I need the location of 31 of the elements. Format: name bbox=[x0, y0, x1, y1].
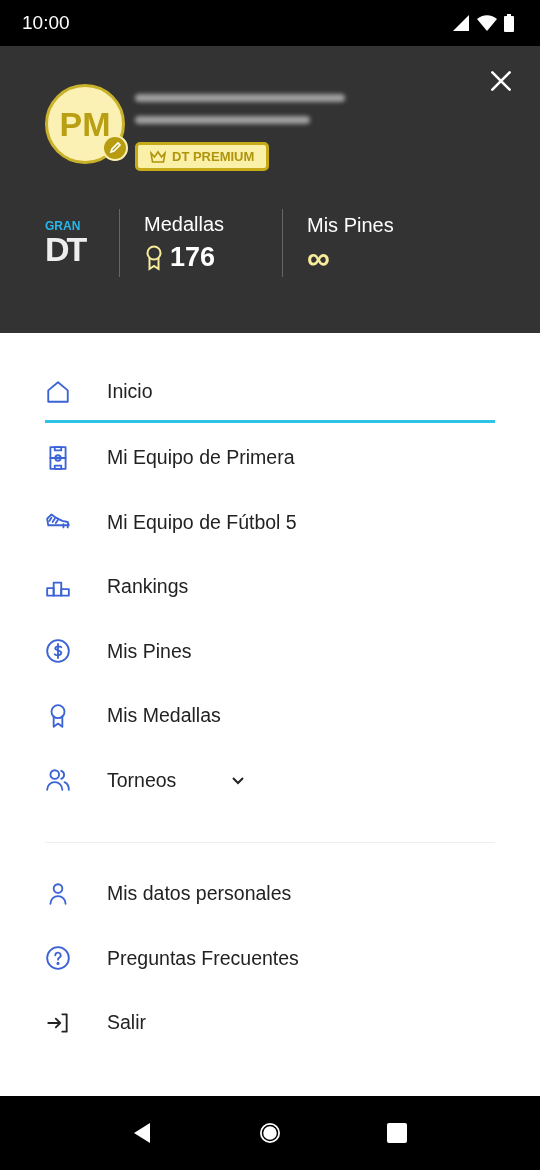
logo-text: DT bbox=[45, 232, 86, 266]
menu-item[interactable]: Torneos bbox=[45, 749, 495, 814]
medal-icon bbox=[144, 244, 164, 271]
stat-label: Medallas bbox=[144, 213, 226, 236]
menu-item[interactable]: Mis Medallas bbox=[45, 685, 495, 750]
menu-item[interactable]: Mis Pines bbox=[45, 620, 495, 685]
premium-badge: DT PREMIUM bbox=[135, 142, 270, 171]
close-icon[interactable] bbox=[488, 68, 514, 94]
menu-item[interactable]: Mi Equipo de Primera bbox=[45, 427, 495, 492]
logo-text: GRAN bbox=[45, 220, 82, 232]
menu-item[interactable]: Preguntas Frecuentes bbox=[45, 927, 495, 992]
menu-item[interactable]: Rankings bbox=[45, 556, 495, 621]
menu-item[interactable]: Mi Equipo de Fútbol 5 bbox=[45, 491, 495, 556]
people-icon bbox=[45, 767, 71, 794]
home-icon bbox=[45, 378, 71, 405]
menu-item[interactable]: Mis datos personales bbox=[45, 863, 495, 928]
home-button-icon[interactable] bbox=[258, 1121, 282, 1145]
menu-item[interactable]: Inicio bbox=[45, 363, 495, 423]
battery-icon bbox=[504, 14, 514, 32]
menu-item[interactable]: Salir bbox=[45, 992, 495, 1057]
stat-value: ∞ bbox=[307, 242, 330, 273]
pencil-icon[interactable] bbox=[102, 135, 128, 161]
dollar-icon bbox=[45, 638, 71, 665]
signal-icon bbox=[452, 14, 470, 32]
wifi-icon bbox=[476, 14, 498, 32]
stat-value: 176 bbox=[170, 242, 216, 273]
help-icon bbox=[45, 945, 71, 972]
status-time: 10:00 bbox=[22, 12, 70, 34]
crown-icon bbox=[150, 149, 166, 164]
stat-label: Mis Pines bbox=[307, 213, 395, 237]
recents-icon[interactable] bbox=[384, 1121, 409, 1145]
